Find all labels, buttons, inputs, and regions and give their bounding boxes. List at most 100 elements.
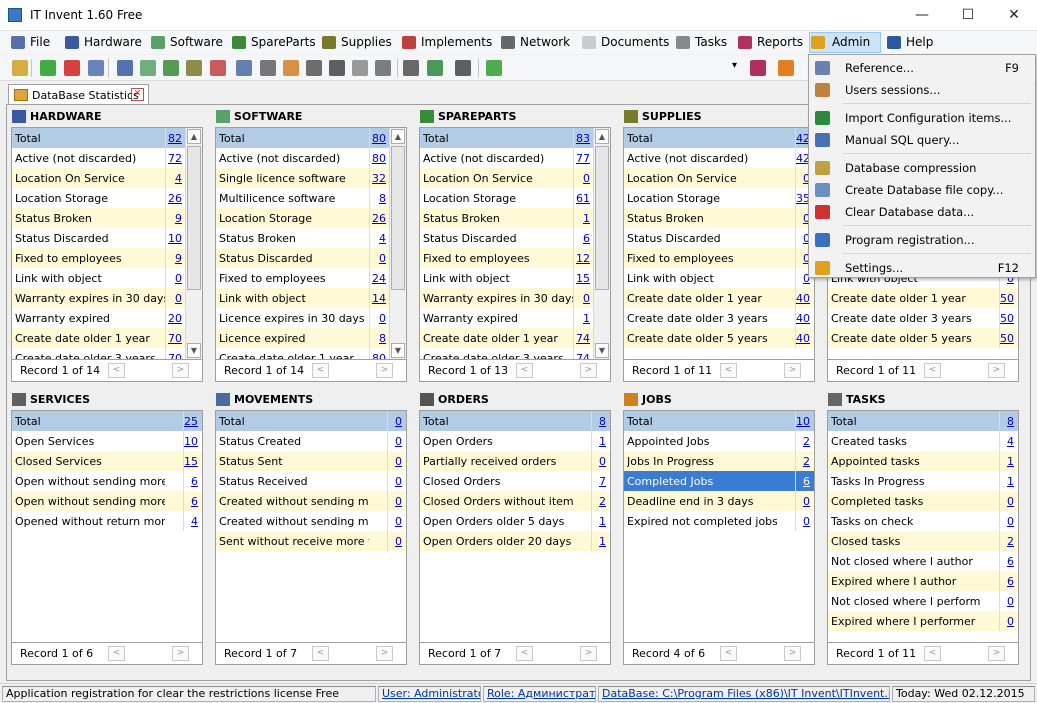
status-user[interactable]: User: Administrator (378, 686, 481, 702)
row-value-link[interactable]: 74 (576, 332, 590, 345)
table-row[interactable]: Open Orders older 20 days 1 (420, 531, 610, 551)
row-value-link[interactable]: 10 (184, 435, 198, 448)
next-record-icon[interactable]: > (988, 646, 1005, 661)
row-value-link[interactable]: 83 (576, 132, 590, 145)
table-row[interactable]: Create date older 1 year 50 (828, 288, 1018, 308)
implements-icon[interactable] (210, 60, 226, 76)
refresh-icon[interactable] (486, 60, 502, 76)
table-row[interactable]: Created tasks 4 (828, 431, 1018, 451)
table-row[interactable]: Location On Service0 (624, 168, 814, 188)
vertical-scrollbar[interactable]: ▲ ▼ (185, 128, 202, 359)
next-record-icon[interactable]: > (988, 363, 1005, 378)
table-row[interactable]: Status Broken0 (624, 208, 814, 228)
table-row[interactable]: Sent without receive more than 20 days 0 (216, 531, 406, 551)
row-value-link[interactable]: 9 (175, 212, 182, 225)
row-value-link[interactable]: 9 (175, 252, 182, 265)
row-value-link[interactable]: 50 (1000, 312, 1014, 325)
row-value-link[interactable]: 32 (372, 172, 386, 185)
row-value-link[interactable]: 0 (583, 292, 590, 305)
row-value-link[interactable]: 80 (372, 352, 386, 359)
row-value-link[interactable]: 0 (395, 475, 402, 488)
table-row[interactable]: Create date older 1 year 40 (624, 288, 814, 308)
report-icon[interactable] (750, 60, 766, 76)
export-icon[interactable] (778, 60, 794, 76)
table-row[interactable]: Warranty expired 20 (12, 308, 202, 328)
table-row[interactable]: Status Discarded 6 (420, 228, 610, 248)
row-value-link[interactable]: 6 (191, 495, 198, 508)
table-row[interactable]: Jobs In Progress 2 (624, 451, 814, 471)
table-row[interactable]: Create date older 3 years 50 (828, 308, 1018, 328)
table-row[interactable]: Status Discarded 0 (216, 248, 406, 268)
prev-record-icon[interactable]: < (720, 363, 737, 378)
row-value-link[interactable]: 1 (599, 535, 606, 548)
toolbar-dropdown-icon[interactable]: ▾ (732, 60, 748, 76)
table-row[interactable]: Status Sent 0 (216, 451, 406, 471)
row-value-link[interactable]: 1 (1007, 455, 1014, 468)
row-value-link[interactable]: 82 (168, 132, 182, 145)
table-row[interactable]: Licence expires in 30 days 0 (216, 308, 406, 328)
row-value-link[interactable]: 8 (379, 192, 386, 205)
row-value-link[interactable]: 1 (583, 212, 590, 225)
scroll-down-icon[interactable]: ▼ (391, 343, 405, 358)
row-value-link[interactable]: 0 (395, 435, 402, 448)
table-row[interactable]: Location On Service0 (420, 168, 610, 188)
table-row[interactable]: Create date older 5 years 50 (828, 328, 1018, 348)
admin-menu-item[interactable]: Clear Database data... (811, 201, 1033, 223)
scroll-up-icon[interactable]: ▲ (187, 129, 201, 144)
table-row[interactable]: Deadline end in 3 days 0 (624, 491, 814, 511)
prev-record-icon[interactable]: < (924, 363, 941, 378)
table-row[interactable]: Appointed Jobs 2 (624, 431, 814, 451)
table-row[interactable]: Licence expired 8 (216, 328, 406, 348)
admin-menu-item[interactable]: Program registration... (811, 229, 1033, 251)
row-value-link[interactable]: 0 (379, 252, 386, 265)
scroll-thumb[interactable] (187, 146, 201, 290)
row-value-link[interactable]: 40 (796, 312, 810, 325)
table-row[interactable]: Not closed where I author 6 (828, 551, 1018, 571)
row-value-link[interactable]: 8 (1007, 415, 1014, 428)
row-value-link[interactable]: 8 (379, 332, 386, 345)
row-value-link[interactable]: 0 (395, 455, 402, 468)
row-value-link[interactable]: 74 (576, 352, 590, 359)
row-value-link[interactable]: 40 (796, 332, 810, 345)
next-record-icon[interactable]: > (376, 363, 393, 378)
orders-icon[interactable] (306, 60, 322, 76)
table-row[interactable]: Total 25 (12, 411, 202, 431)
row-value-link[interactable]: 80 (372, 152, 386, 165)
table-row[interactable]: Status Created 0 (216, 431, 406, 451)
table-row[interactable]: Single licence software 32 (216, 168, 406, 188)
prev-record-icon[interactable]: < (312, 363, 329, 378)
next-record-icon[interactable]: > (580, 646, 597, 661)
table-row[interactable]: Status Received 0 (216, 471, 406, 491)
table-row[interactable]: Completed tasks 0 (828, 491, 1018, 511)
prev-record-icon[interactable]: < (924, 646, 941, 661)
table-row[interactable]: Link with object 0 (624, 268, 814, 288)
barcode-print-icon[interactable] (455, 60, 471, 76)
row-value-link[interactable]: 7 (599, 475, 606, 488)
row-value-link[interactable]: 0 (599, 455, 606, 468)
table-row[interactable]: Closed Services 15 (12, 451, 202, 471)
row-value-link[interactable]: 0 (583, 172, 590, 185)
table-row[interactable]: Create date older 3 years 40 (624, 308, 814, 328)
admin-menu-item[interactable]: Create Database file copy... (811, 179, 1033, 201)
table-row[interactable]: Open without sending more than 5 days 6 (12, 471, 202, 491)
table-row[interactable]: Warranty expired 1 (420, 308, 610, 328)
software-icon[interactable] (140, 60, 156, 76)
vertical-scrollbar[interactable]: ▲ ▼ (389, 128, 406, 359)
row-value-link[interactable]: 0 (803, 495, 810, 508)
table-row[interactable]: Warranty expires in 30 days 0 (420, 288, 610, 308)
table-row[interactable]: Total 83 (420, 128, 610, 148)
table-row[interactable]: Partially received orders 0 (420, 451, 610, 471)
menu-reports[interactable]: Reports (737, 33, 803, 52)
add-icon[interactable] (40, 60, 56, 76)
menu-help[interactable]: Help (886, 33, 933, 52)
table-row[interactable]: Created without sending more than 5 days… (216, 491, 406, 511)
table-row[interactable]: Appointed tasks 1 (828, 451, 1018, 471)
table-row[interactable]: Create date older 1 year 74 (420, 328, 610, 348)
table-row[interactable]: Closed Orders 7 (420, 471, 610, 491)
next-record-icon[interactable]: > (172, 363, 189, 378)
next-record-icon[interactable]: > (580, 363, 597, 378)
table-row[interactable]: Opened without return more than 20 days 4 (12, 511, 202, 531)
row-value-link[interactable]: 0 (803, 515, 810, 528)
table-row[interactable]: Create date older 3 years 74 (420, 348, 610, 359)
menu-network[interactable]: Network (500, 33, 570, 52)
